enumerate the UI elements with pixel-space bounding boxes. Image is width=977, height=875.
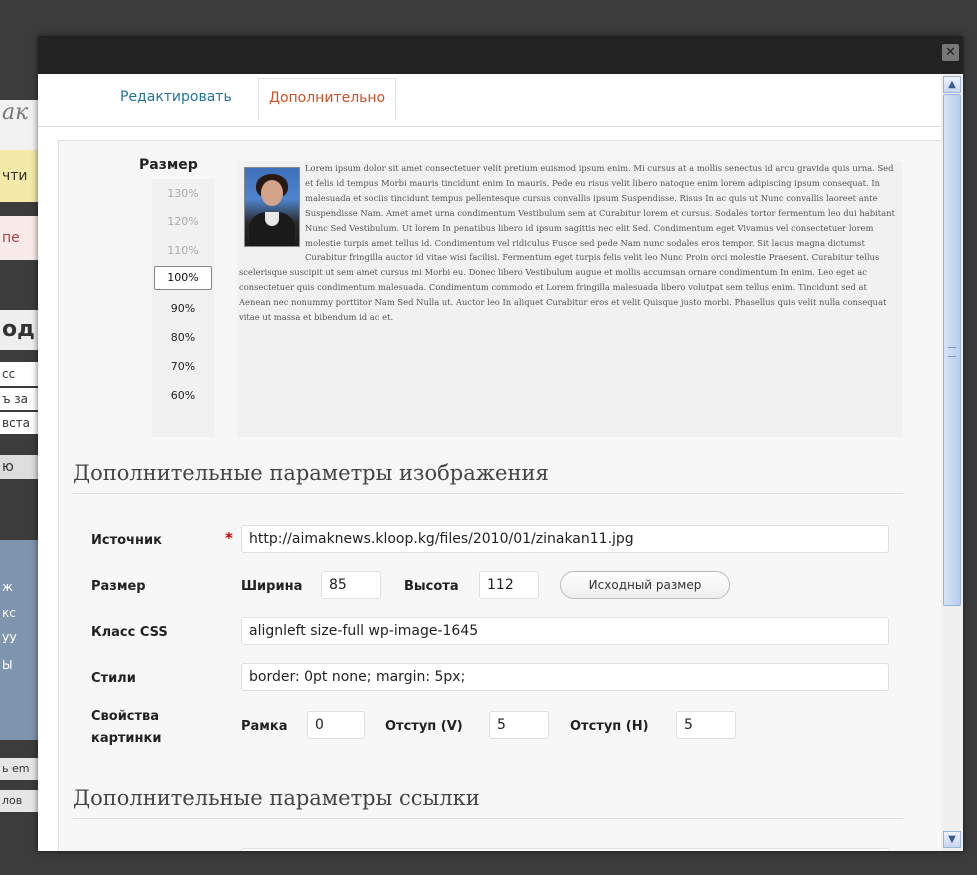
bg-text: вста	[2, 416, 31, 430]
scroll-up-icon[interactable]: ▲	[943, 76, 961, 93]
styles-label: Стили	[91, 671, 136, 686]
bg-text: УУ	[2, 632, 17, 646]
bg-text: ь em	[2, 762, 30, 775]
bg-fragment: сс	[0, 362, 40, 386]
dialog-scrollbar[interactable]: ▲ ▼	[941, 74, 963, 851]
height-label: Высота	[404, 579, 459, 594]
photo-face	[261, 180, 283, 206]
size-list: 130% 120% 110% 100% 90% 80% 70% 60%	[152, 179, 214, 437]
bg-fragment: ъ за	[0, 388, 40, 410]
bg-text: чти	[2, 168, 28, 184]
styles-field[interactable]: border: 0pt none; margin: 5px;	[241, 663, 889, 691]
bg-text: ж	[2, 580, 13, 594]
bg-fragment: од	[0, 310, 40, 350]
props-label-line1: Свойства	[91, 709, 160, 724]
props-label-line2: картинки	[91, 731, 162, 746]
vspace-label: Отступ (V)	[385, 719, 463, 734]
image-properties-dialog: ✕ Редактировать Дополнительно Размер 130…	[38, 36, 963, 851]
vspace-field[interactable]: 5	[489, 711, 549, 739]
scroll-down-icon[interactable]: ▼	[943, 831, 961, 848]
bg-image-fragment: ж кс УУ Ы	[0, 540, 40, 740]
tab-advanced[interactable]: Дополнительно	[258, 78, 397, 120]
dialog-content: Редактировать Дополнительно Размер 130% …	[38, 74, 941, 851]
link-url-field[interactable]	[241, 848, 889, 851]
link-section-title: Дополнительные параметры ссылки	[73, 786, 903, 819]
dialog-header: ✕	[38, 36, 963, 74]
bg-fragment: ак	[0, 100, 40, 150]
bg-text: ак	[2, 100, 29, 125]
size-option-80[interactable]: 80%	[152, 331, 214, 344]
grip-icon	[948, 347, 956, 357]
css-class-label: Класс CSS	[91, 625, 168, 640]
width-label: Ширина	[241, 579, 303, 594]
tab-bar: Редактировать Дополнительно	[38, 74, 941, 127]
bg-fragment: пе	[0, 216, 40, 260]
bg-text: лов	[2, 794, 23, 807]
bg-fragment: чти	[0, 150, 40, 202]
hspace-label: Отступ (H)	[570, 719, 649, 734]
advanced-panel: Размер 130% 120% 110% 100% 90% 80% 70% 6…	[58, 140, 941, 851]
image-section-title: Дополнительные параметры изображения	[73, 461, 903, 494]
height-field[interactable]: 112	[479, 571, 539, 599]
size-option-60[interactable]: 60%	[152, 389, 214, 402]
tab-edit[interactable]: Редактировать	[110, 78, 242, 118]
preview-photo	[244, 167, 300, 247]
bg-text: сс	[2, 367, 16, 381]
source-label: Источник	[91, 533, 162, 548]
required-mark: *	[225, 529, 233, 547]
bg-text: ъ за	[2, 392, 29, 406]
bg-fragment: лов	[0, 790, 40, 812]
image-preview: Lorem ipsum dolor sit amet consectetuer …	[237, 161, 902, 437]
hspace-field[interactable]: 5	[676, 711, 736, 739]
bg-fragment: ь em	[0, 758, 40, 780]
size-title: Размер	[139, 157, 198, 173]
bg-fragment: вста	[0, 412, 40, 434]
bg-text: кс	[2, 606, 16, 620]
scroll-thumb[interactable]	[943, 94, 961, 606]
css-class-field[interactable]: alignleft size-full wp-image-1645	[241, 617, 889, 645]
close-icon[interactable]: ✕	[942, 44, 959, 61]
photo-collar	[265, 212, 279, 226]
bg-text: Ы	[2, 658, 13, 672]
border-label: Рамка	[241, 719, 288, 734]
bg-fragment: ю	[0, 455, 40, 479]
size-label: Размер	[91, 579, 146, 594]
size-option-120[interactable]: 120%	[152, 215, 214, 228]
border-field[interactable]: 0	[307, 711, 365, 739]
original-size-button[interactable]: Исходный размер	[560, 571, 730, 599]
width-field[interactable]: 85	[321, 571, 381, 599]
preview-text: Lorem ipsum dolor sit amet consectetuer …	[239, 163, 895, 323]
size-option-110[interactable]: 110%	[152, 244, 214, 257]
bg-text: ю	[2, 459, 14, 475]
size-option-130[interactable]: 130%	[152, 187, 214, 200]
size-option-70[interactable]: 70%	[152, 360, 214, 373]
bg-text: од	[2, 317, 35, 342]
source-field[interactable]: http://aimaknews.kloop.kg/files/2010/01/…	[241, 525, 889, 553]
size-option-90[interactable]: 90%	[152, 302, 214, 315]
bg-text: пе	[2, 230, 20, 246]
size-option-100[interactable]: 100%	[154, 266, 212, 290]
